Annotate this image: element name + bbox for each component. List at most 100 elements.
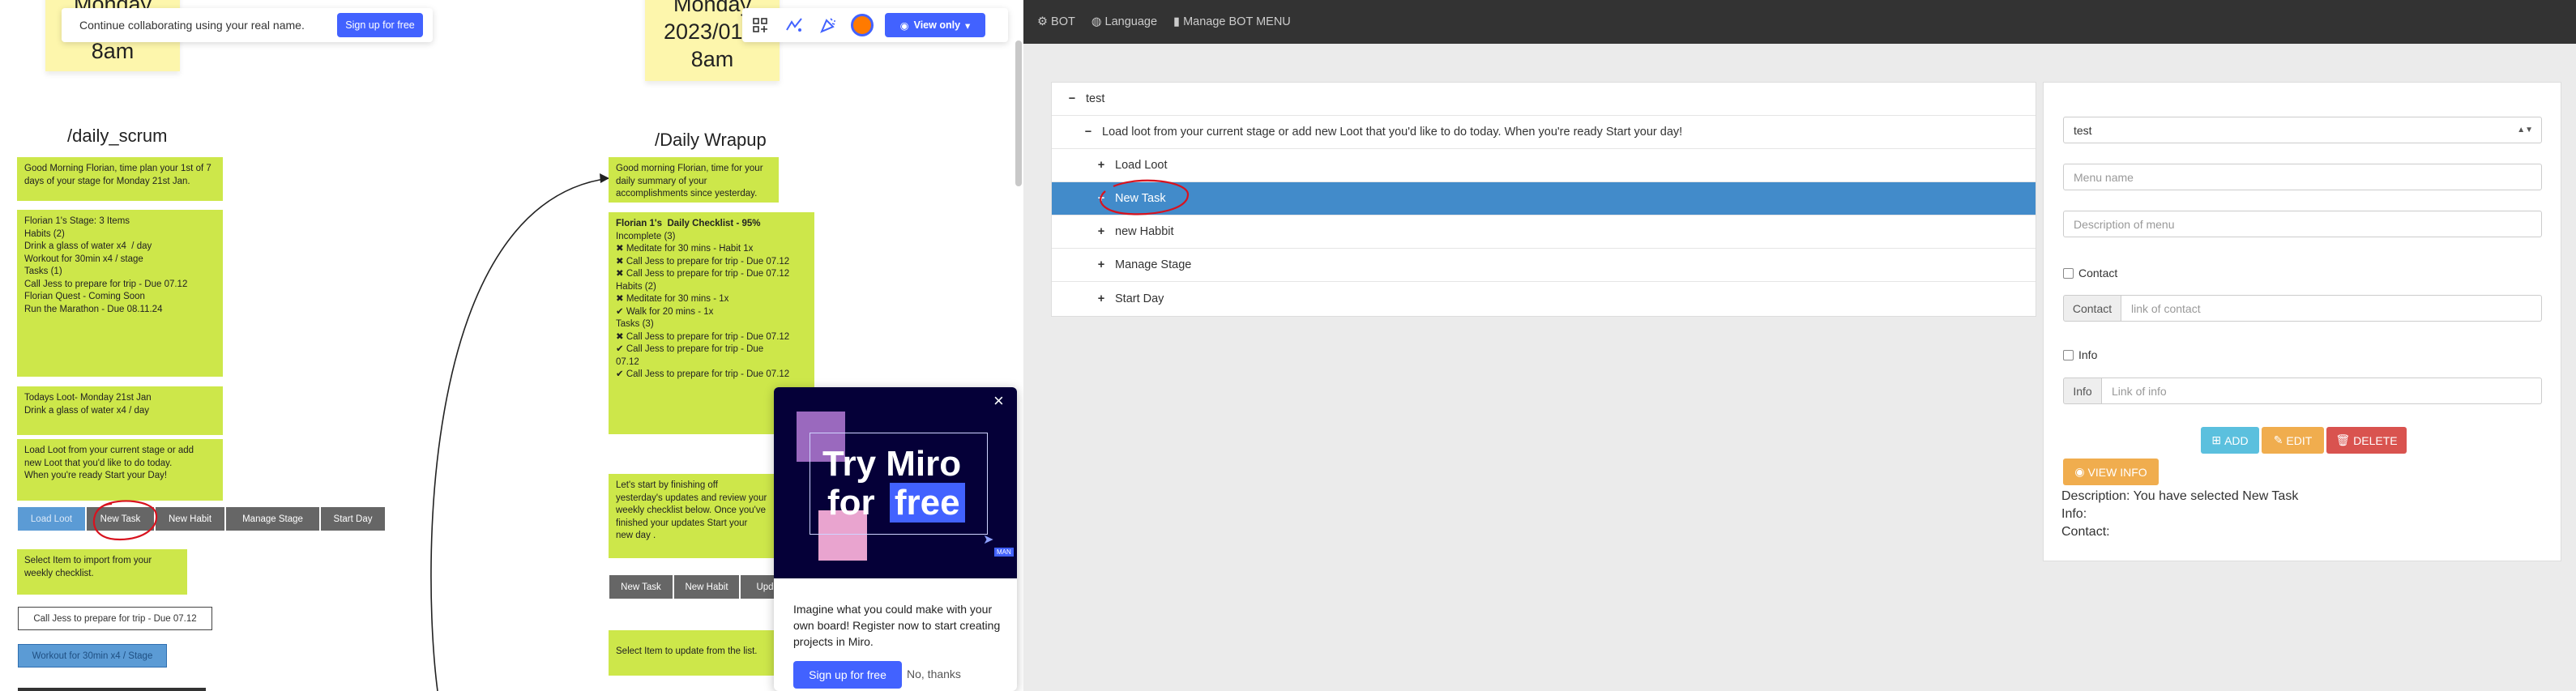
- eye-icon: ◉: [2074, 465, 2085, 478]
- note-line: Select Item to update from the list.: [616, 646, 758, 656]
- view-only-label: View only: [913, 19, 961, 31]
- view-info-button[interactable]: ◉ VIEW INFO: [2063, 459, 2159, 485]
- delete-button[interactable]: 🗑 DELETE: [2326, 427, 2407, 454]
- guest-name-banner: Continue collaborating using your real n…: [62, 8, 433, 42]
- reactions-icon[interactable]: [783, 14, 805, 36]
- checkbox-box[interactable]: [2063, 267, 2074, 279]
- collapse-icon[interactable]: −: [1083, 126, 1094, 139]
- note-line: new day .: [616, 531, 656, 540]
- note-greeting[interactable]: Good Morning Florian, time plan your 1st…: [17, 157, 223, 201]
- board-scrollbar[interactable]: [1015, 41, 1022, 186]
- edit-icon: ✎: [2273, 433, 2283, 446]
- nav-manage-bot-menu[interactable]: ▮ Manage BOT MENU: [1173, 15, 1291, 28]
- banner-signup-button[interactable]: Sign up for free: [337, 13, 423, 37]
- item-call-jess[interactable]: Call Jess to prepare for trip - Due 07.1…: [18, 607, 212, 630]
- note-line: Run the Marathon - Due 08.11.24: [24, 304, 163, 314]
- tree-row-load-loot[interactable]: + Load Loot: [1052, 149, 2036, 182]
- tree-label: test: [1086, 92, 1105, 105]
- tree-row-load-loot-prompt[interactable]: − Load loot from your current stage or a…: [1052, 116, 2036, 149]
- collapse-icon[interactable]: −: [1066, 92, 1078, 105]
- chevron-down-icon: ▲▼: [2517, 126, 2533, 134]
- note-line: Good Morning Florian, time plan your 1st…: [24, 164, 211, 173]
- note-line: ✔ Call Jess to prepare for trip - Due: [616, 344, 764, 354]
- note-stage-items[interactable]: Florian 1's Stage: 3 Items Habits (2) Dr…: [17, 210, 223, 377]
- add-button[interactable]: ⊞ ADD: [2201, 427, 2259, 454]
- info-readout: Info:: [2061, 507, 2087, 521]
- note-line: Habits (2): [24, 228, 65, 239]
- start-day-button[interactable]: Start Day: [321, 507, 385, 531]
- new-habit-button[interactable]: New Habit: [156, 507, 224, 531]
- miro-board[interactable]: Monday 8am Monday 2023/01/2 8am Continue…: [0, 0, 1023, 691]
- user-avatar[interactable]: [851, 14, 874, 36]
- note-line: Drink a glass of water x4 / day: [24, 405, 150, 416]
- note-line: ✖ Meditate for 30 mins - Habit 1x: [616, 244, 754, 254]
- note-line: Drink a glass of water x4 / day: [24, 241, 152, 251]
- chevron-down-icon: ▾: [965, 19, 971, 32]
- note-line: yesterday's updates and review your: [616, 493, 767, 503]
- manage-stage-button[interactable]: Manage Stage: [226, 507, 319, 531]
- contact-link-input[interactable]: link of contact: [2121, 295, 2542, 322]
- tree-label: Start Day: [1115, 292, 1164, 305]
- banner-text: Continue collaborating using your real n…: [79, 19, 305, 32]
- note-wrapup-greeting[interactable]: Good morning Florian, time for your dail…: [609, 157, 779, 203]
- close-icon[interactable]: ×: [993, 390, 1004, 412]
- note-line: Load Loot from your current stage or add: [24, 446, 194, 455]
- cursor-icon: ➤: [983, 533, 994, 547]
- note-line: ✖ Meditate for 30 mins - 1x: [616, 294, 729, 304]
- checkbox-box[interactable]: [2063, 349, 2074, 360]
- note-line: Florian 1's Stage: 3 Items: [24, 216, 130, 226]
- expand-icon[interactable]: +: [1096, 159, 1107, 172]
- plus-square-icon: ⊞: [2211, 433, 2222, 446]
- wrapup-new-task-button[interactable]: New Task: [609, 575, 673, 599]
- red-circle-annotation: [92, 500, 158, 541]
- apps-icon[interactable]: [749, 14, 771, 36]
- tree-row-new-habbit[interactable]: + new Habbit: [1052, 215, 2036, 249]
- celebrate-icon[interactable]: [817, 14, 839, 36]
- note-todays-loot[interactable]: Todays Loot- Monday 21st Jan Drink a gla…: [17, 386, 223, 435]
- wrapup-new-habit-button[interactable]: New Habit: [674, 575, 739, 599]
- menu-name-input[interactable]: Menu name: [2063, 164, 2542, 190]
- info-link-input[interactable]: Link of info: [2102, 377, 2542, 404]
- trash-icon: ▮: [1173, 15, 1181, 28]
- heading-daily-wrapup: /Daily Wrapup: [655, 130, 767, 150]
- note-line: new Loot that you'd like to do today.: [24, 458, 173, 468]
- tree-row-manage-stage[interactable]: + Manage Stage: [1052, 249, 2036, 282]
- expand-icon[interactable]: +: [1096, 225, 1107, 238]
- edit-button[interactable]: ✎ EDIT: [2262, 427, 2324, 454]
- top-navbar: ⚙ BOT ◍ Language ▮ Manage BOT MENU: [1023, 0, 2576, 44]
- select-value: test: [2074, 123, 2092, 137]
- popup-signup-button[interactable]: Sign up for free: [793, 661, 902, 689]
- note-select-update[interactable]: Select Item to update from the list.: [609, 630, 779, 676]
- menu-description-input[interactable]: Description of menu: [2063, 211, 2542, 237]
- note-line: accomplishments since yesterday.: [616, 189, 758, 198]
- try-miro-popup: Try Miro for free × ➤ MAN Imagine what y…: [774, 387, 1017, 691]
- note-finish-updates[interactable]: Let's start by finishing off yesterday's…: [609, 474, 779, 558]
- note-line: Incomplete (3): [616, 231, 676, 241]
- expand-icon[interactable]: +: [1096, 292, 1107, 305]
- checklist-title: Florian 1's Daily Checklist - 95%: [616, 219, 761, 228]
- note-line: daily summary of your: [616, 176, 707, 186]
- view-only-button[interactable]: ◉ View only ▾: [885, 13, 985, 37]
- tree-label: Load loot from your current stage or add…: [1102, 126, 1683, 139]
- info-checkbox[interactable]: Info: [2063, 348, 2097, 361]
- popup-dismiss-link[interactable]: No, thanks: [907, 668, 961, 680]
- tree-row-test[interactable]: − test: [1052, 83, 2036, 116]
- info-input-group: Info Link of info: [2063, 377, 2542, 404]
- tree-row-new-task[interactable]: + New Task: [1052, 182, 2036, 215]
- expand-icon[interactable]: +: [1096, 258, 1107, 271]
- item-workout[interactable]: Workout for 30min x4 / Stage: [18, 644, 167, 668]
- note-line: days of your stage for Monday 21st Jan.: [24, 176, 190, 186]
- nav-bot[interactable]: ⚙ BOT: [1037, 15, 1075, 28]
- note-load-loot[interactable]: Load Loot from your current stage or add…: [17, 439, 223, 501]
- nav-language[interactable]: ◍ Language: [1091, 15, 1157, 28]
- note-select-import[interactable]: Select Item to import from your weekly c…: [17, 549, 187, 595]
- parent-menu-select[interactable]: test ▲▼: [2063, 117, 2542, 143]
- tree-row-start-day[interactable]: + Start Day: [1052, 282, 2036, 315]
- popup-body: Imagine what you could make with your ow…: [793, 603, 1001, 648]
- contact-checkbox[interactable]: Contact: [2063, 267, 2117, 279]
- tree-label: new Habbit: [1115, 225, 1174, 238]
- note-line: ✖ Call Jess to prepare for trip - Due 07…: [616, 256, 790, 267]
- note-line: Call Jess to prepare for trip - Due 07.1…: [24, 279, 188, 289]
- load-loot-button[interactable]: Load Loot: [18, 507, 85, 531]
- info-check-label: Info: [2078, 348, 2098, 361]
